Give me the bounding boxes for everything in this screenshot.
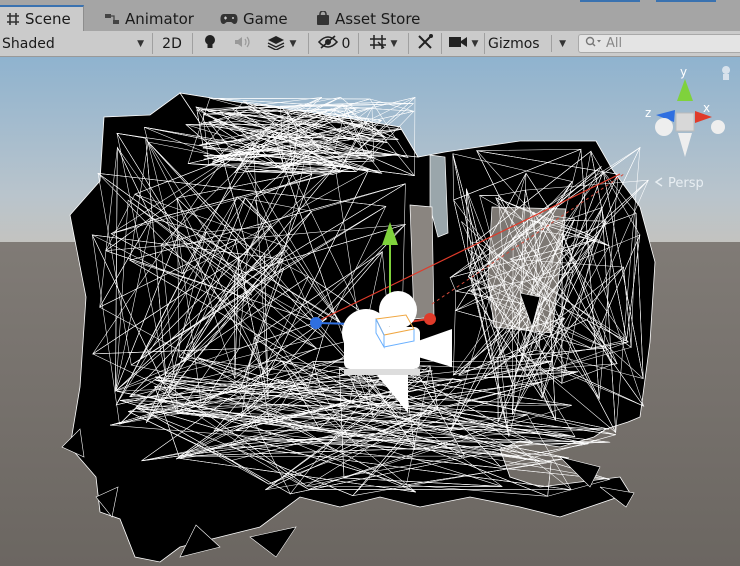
x-axis-arrow[interactable] — [424, 313, 436, 325]
effects-dropdown[interactable]: ▼ — [260, 33, 302, 54]
window-drag-bar — [580, 0, 640, 2]
scene-hash-icon — [6, 12, 20, 26]
divider — [408, 33, 409, 54]
search-icon — [585, 36, 601, 52]
video-camera-icon — [448, 35, 468, 53]
eye-slash-icon — [317, 34, 338, 53]
toggle-2d-button[interactable]: 2D — [155, 33, 189, 54]
shopping-bag-icon — [316, 11, 330, 26]
chevron-down-icon: ▼ — [137, 38, 144, 49]
tab-scene[interactable]: Scene — [0, 5, 84, 31]
gizmo-center-cube[interactable] — [675, 112, 695, 132]
gizmo-x-label: x — [703, 101, 710, 115]
light-bulb-icon — [204, 34, 216, 54]
gizmo-neg-z-cone[interactable] — [655, 118, 673, 136]
gizmo-neg-x-cone[interactable] — [711, 120, 725, 134]
tab-asset-store[interactable]: Asset Store — [316, 6, 420, 31]
scene-viewport[interactable]: y x z Persp — [0, 57, 740, 566]
tools-cross-icon — [416, 33, 434, 54]
gizmo-z-label: z — [645, 106, 651, 120]
chevron-down-icon: ▼ — [390, 38, 398, 49]
divider — [308, 33, 309, 54]
draw-mode-value: Shaded — [2, 35, 55, 52]
tab-animator-label: Animator — [125, 9, 194, 28]
layers-icon — [266, 34, 286, 54]
divider — [152, 33, 153, 54]
window-drag-bar-2 — [656, 0, 716, 2]
scene-visibility-button[interactable]: 0 — [312, 33, 356, 54]
gizmo-y-label: y — [680, 65, 687, 79]
chevron-down-icon: ▼ — [289, 38, 297, 49]
tools-toggle-button[interactable] — [410, 33, 440, 54]
gizmos-dropdown[interactable]: Gizmos ▼ — [486, 33, 572, 54]
scene-toolbar: Shaded ▼ 2D ▼ 0 ▼ ▼ Gizmos ▼ All — [0, 31, 740, 57]
divider — [484, 33, 485, 54]
divider — [441, 33, 442, 54]
draw-mode-dropdown[interactable]: Shaded ▼ — [0, 33, 150, 54]
tab-asset-store-label: Asset Store — [335, 9, 421, 28]
z-axis-arrow[interactable] — [310, 317, 322, 329]
divider — [550, 35, 552, 52]
gamepad-icon — [220, 13, 238, 25]
grid-icon — [369, 34, 387, 54]
projection-mode-label[interactable]: Persp — [668, 176, 704, 191]
search-input[interactable]: All — [578, 34, 740, 53]
tab-animator[interactable]: Animator — [104, 6, 194, 31]
camera-settings-dropdown[interactable]: ▼ — [443, 33, 483, 54]
gizmos-label: Gizmos — [488, 35, 540, 52]
audio-toggle-button[interactable] — [228, 33, 258, 54]
tab-scene-label: Scene — [25, 10, 71, 28]
lighting-toggle-button[interactable] — [196, 33, 224, 54]
grid-dropdown[interactable]: ▼ — [360, 33, 406, 54]
speaker-icon — [234, 35, 252, 53]
animator-icon — [104, 12, 120, 26]
divider — [192, 33, 193, 54]
chevron-down-icon: ▼ — [559, 38, 566, 49]
hidden-object-count: 0 — [341, 35, 351, 52]
divider — [358, 33, 359, 54]
tab-game[interactable]: Game — [220, 6, 288, 31]
scene-view-tab-bar: Scene Animator Game Asset Store — [0, 0, 740, 32]
search-placeholder: All — [606, 36, 623, 51]
tab-game-label: Game — [243, 9, 288, 28]
chevron-down-icon: ▼ — [471, 38, 479, 49]
